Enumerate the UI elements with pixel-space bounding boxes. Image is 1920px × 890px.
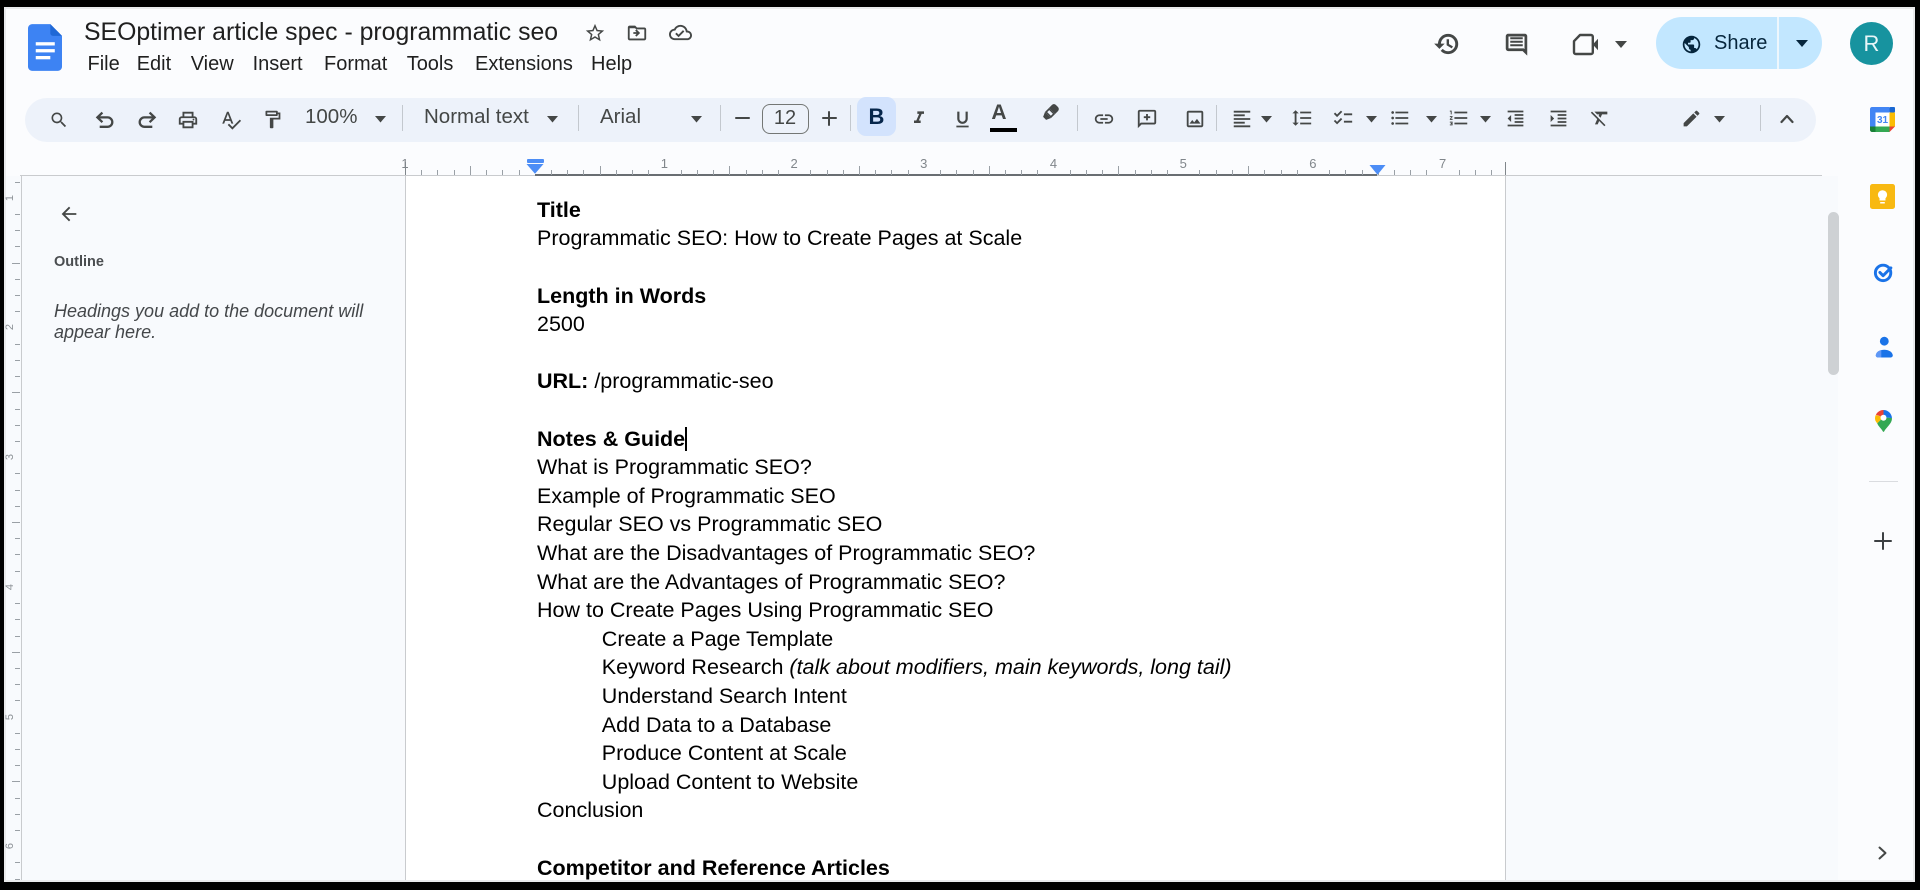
svg-text:31: 31 [1877, 115, 1889, 126]
